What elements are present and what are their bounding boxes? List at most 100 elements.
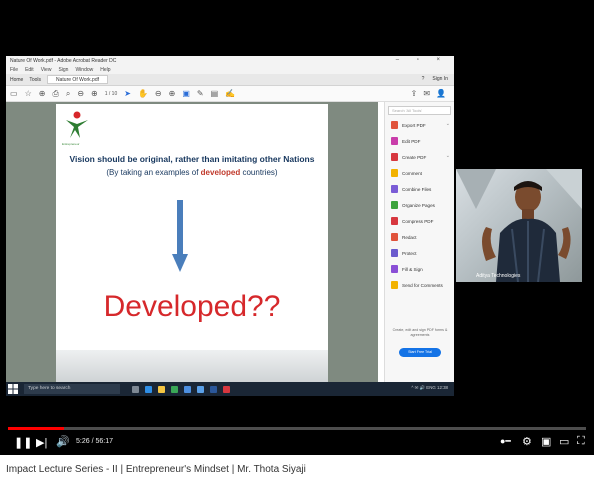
slide-page: Entrepreneur Vision should be original, … [56,104,328,350]
logo-icon [66,111,88,138]
comment-icon[interactable]: ✎ [197,89,204,98]
tool-export-pdf[interactable]: Export PDF ⌄ [385,117,454,133]
tool-edit-pdf[interactable]: Edit PDF [385,133,454,149]
fill-sign-icon [391,265,398,273]
zoom-in-icon[interactable]: ⊕ [169,89,176,98]
taskbar-search-input[interactable]: Type here to search [24,384,120,394]
logo-text: Entrepreneur [62,142,80,146]
player-controls: ❚❚ ▶| 🔊 5:26 / 56:17 ●━ ⚙ ▣ ▭ ⛶ [0,432,594,454]
select-tool-icon[interactable]: ➤ [124,89,131,98]
tool-fill-sign[interactable]: Fill & Sign [385,261,454,277]
tab-bar: Home Tools Nature Of Work.pdf ? Sign In [6,74,454,86]
slide-heading: Vision should be original, rather than i… [69,154,315,164]
comment-tool-icon [391,169,398,177]
edge-icon[interactable] [145,385,152,393]
highlight-icon[interactable]: ▤ [211,89,219,98]
slide-footer-band [56,350,328,382]
send-comments-icon [391,281,398,289]
bookmark-icon[interactable]: ☆ [25,89,32,98]
tool-label: Compress PDF [402,218,434,224]
compress-pdf-icon [391,217,398,225]
subline-highlight: developed [200,168,241,177]
tool-label: Create PDF [402,154,427,160]
menu-item-sign[interactable]: Sign [58,67,68,73]
tools-search-input[interactable]: Search 'All Tools' [388,106,451,115]
window-controls[interactable]: – ▫ × [396,57,448,63]
volume-icon[interactable]: 🔊 [56,435,70,448]
hand-tool-icon[interactable]: ✋ [138,89,148,98]
autoplay-toggle-icon[interactable]: ●━ [500,436,511,447]
page-indicator[interactable]: 1 / 10 [105,91,118,97]
pdf-toolbar: ▭ ☆ ⊕ ⎙ ⌕ ⊖ ⊕ 1 / 10 ➤ ✋ ⊖ ⊕ ▣ ✎ ▤ ✍ ⇪ ✉… [6,86,454,102]
fit-page-icon[interactable]: ▣ [182,89,190,98]
mail-icon[interactable]: ✉ [423,89,430,98]
user-icon[interactable]: 👤 [436,89,446,98]
fullscreen-icon[interactable]: ⛶ [577,435,585,448]
system-tray[interactable]: ^ ✉ 🔊 ENG 12:38 [411,385,448,391]
video-player[interactable]: Nature Of Work.pdf - Adobe Acrobat Reade… [0,0,594,455]
tool-create-pdf[interactable]: Create PDF ⌄ [385,149,454,165]
tool-redact[interactable]: Redact [385,229,454,245]
help-icon[interactable]: ? [422,76,425,82]
promo-text: Create, edit and sign PDF forms & agreem… [392,328,448,337]
tool-protect[interactable]: Protect [385,245,454,261]
search-icon[interactable]: ⌕ [66,89,70,99]
share-icon[interactable]: ⇪ [411,89,418,98]
task-view-icon[interactable] [132,385,139,393]
tool-compress-pdf[interactable]: Compress PDF [385,213,454,229]
taskbar-apps [132,385,230,393]
menu-item-edit[interactable]: Edit [25,67,34,73]
tool-label: Export PDF [402,122,426,128]
tool-label: Fill & Sign [402,266,423,272]
save-icon[interactable]: ▭ [10,89,18,98]
chrome-icon[interactable] [171,385,178,393]
pause-icon[interactable]: ❚❚ [14,436,32,449]
menu-item-help[interactable]: Help [100,67,110,73]
tab-home[interactable]: Home [10,77,23,83]
webcam-feed: Aditya Technologies [456,169,582,282]
mail-app-icon[interactable] [197,385,204,393]
tool-label: Comment [402,170,422,176]
tool-label: Redact [402,234,417,240]
store-icon[interactable] [184,385,191,393]
tool-send-for-comments[interactable]: Send for Comments [385,277,454,293]
tool-label: Send for Comments [402,282,443,288]
protect-icon [391,249,398,257]
combine-files-icon [391,185,398,193]
menu-item-file[interactable]: File [10,67,18,73]
theater-mode-icon[interactable]: ▭ [559,435,569,448]
file-explorer-icon[interactable] [158,385,165,393]
word-icon[interactable] [210,385,217,393]
miniplayer-icon[interactable]: ▣ [541,435,551,448]
tool-combine-files[interactable]: Combine Files [385,181,454,197]
prev-page-icon[interactable]: ⊖ [77,89,84,98]
upload-icon[interactable]: ⊕ [39,89,46,98]
next-page-icon[interactable]: ⊕ [91,89,98,98]
settings-gear-icon[interactable]: ⚙ [522,435,532,448]
presenter-image [456,169,582,282]
edit-pdf-icon [391,137,398,145]
windows-start-icon[interactable] [8,384,18,394]
tab-document[interactable]: Nature Of Work.pdf [47,75,109,84]
start-trial-button[interactable]: Start Free Trial [399,348,441,357]
tab-tools[interactable]: Tools [29,77,41,83]
menu-item-window[interactable]: Window [75,67,93,73]
tool-label: Organize Pages [402,202,435,208]
tool-organize-pages[interactable]: Organize Pages [385,197,454,213]
document-area[interactable]: Entrepreneur Vision should be original, … [6,102,378,382]
export-pdf-icon [391,121,398,129]
chevron-down-icon[interactable]: ⌄ [446,153,450,159]
window-title: Nature Of Work.pdf - Adobe Acrobat Reade… [10,58,117,64]
acrobat-taskbar-icon[interactable] [223,385,230,393]
zoom-out-icon[interactable]: ⊖ [155,89,162,98]
tool-comment[interactable]: Comment [385,165,454,181]
sign-in-link[interactable]: Sign In [432,76,448,82]
next-icon[interactable]: ▶| [36,436,47,449]
progress-bar[interactable] [8,427,586,430]
tool-label: Combine Files [402,186,432,192]
chevron-down-icon[interactable]: ⌄ [446,121,450,127]
slide-subline: (By taking an examples of developed coun… [56,168,328,177]
print-icon[interactable]: ⎙ [52,89,58,99]
sign-icon[interactable]: ✍ [225,89,235,98]
menu-item-view[interactable]: View [41,67,52,73]
